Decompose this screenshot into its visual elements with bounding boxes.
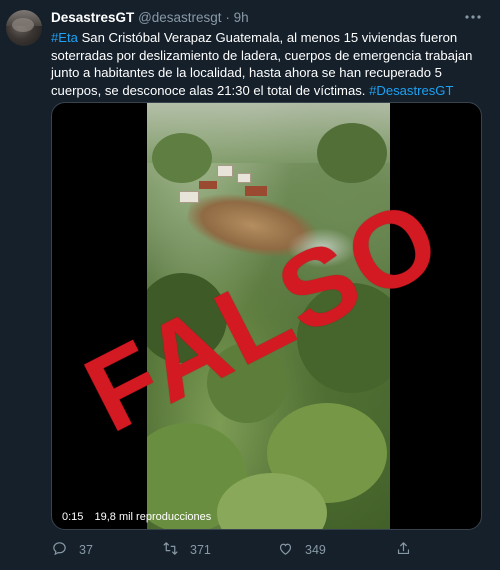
video-tree	[152, 133, 212, 183]
retweet-icon	[162, 540, 190, 560]
hashtag-desastresgt[interactable]: #DesastresGT	[369, 83, 453, 98]
video-house	[217, 165, 233, 177]
video-time: 0:15	[62, 511, 84, 523]
more-icon[interactable]	[464, 10, 482, 24]
author-name[interactable]: DesastresGT	[51, 10, 134, 25]
separator-dot: ·	[225, 10, 230, 25]
reply-count: 37	[79, 543, 93, 557]
retweet-count: 371	[190, 543, 211, 557]
share-icon	[395, 540, 423, 560]
like-icon	[277, 540, 305, 560]
video-roof	[245, 186, 267, 196]
hashtag-eta[interactable]: #Eta	[51, 30, 78, 45]
video-house	[237, 173, 251, 183]
video-views: 19,8 mil reproducciones	[94, 511, 212, 523]
video-roof	[199, 181, 217, 189]
like-count: 349	[305, 543, 326, 557]
video-stats: 0:15 19,8 mil reproducciones	[62, 509, 213, 525]
author-handle[interactable]: @desastresgt	[138, 10, 222, 25]
like-button[interactable]: 349	[277, 540, 326, 560]
avatar-cloud	[12, 18, 34, 32]
video-player[interactable]: FALSO	[51, 102, 482, 530]
video-house	[179, 191, 199, 203]
retweet-button[interactable]: 371	[162, 540, 211, 560]
avatar[interactable]	[6, 10, 42, 46]
tweet[interactable]: DesastresGT @desastresgt · 9h #Eta San C…	[0, 0, 500, 570]
reply-icon	[51, 540, 79, 560]
reply-button[interactable]: 37	[51, 540, 93, 560]
video-tree	[317, 123, 387, 183]
share-button[interactable]	[395, 540, 423, 560]
tweet-actions: 37 371 349	[51, 540, 431, 560]
tweet-time[interactable]: 9h	[234, 10, 249, 25]
tweet-header: DesastresGT @desastresgt · 9h	[51, 9, 249, 27]
tweet-text: #Eta San Cristóbal Verapaz Guatemala, al…	[51, 29, 491, 99]
